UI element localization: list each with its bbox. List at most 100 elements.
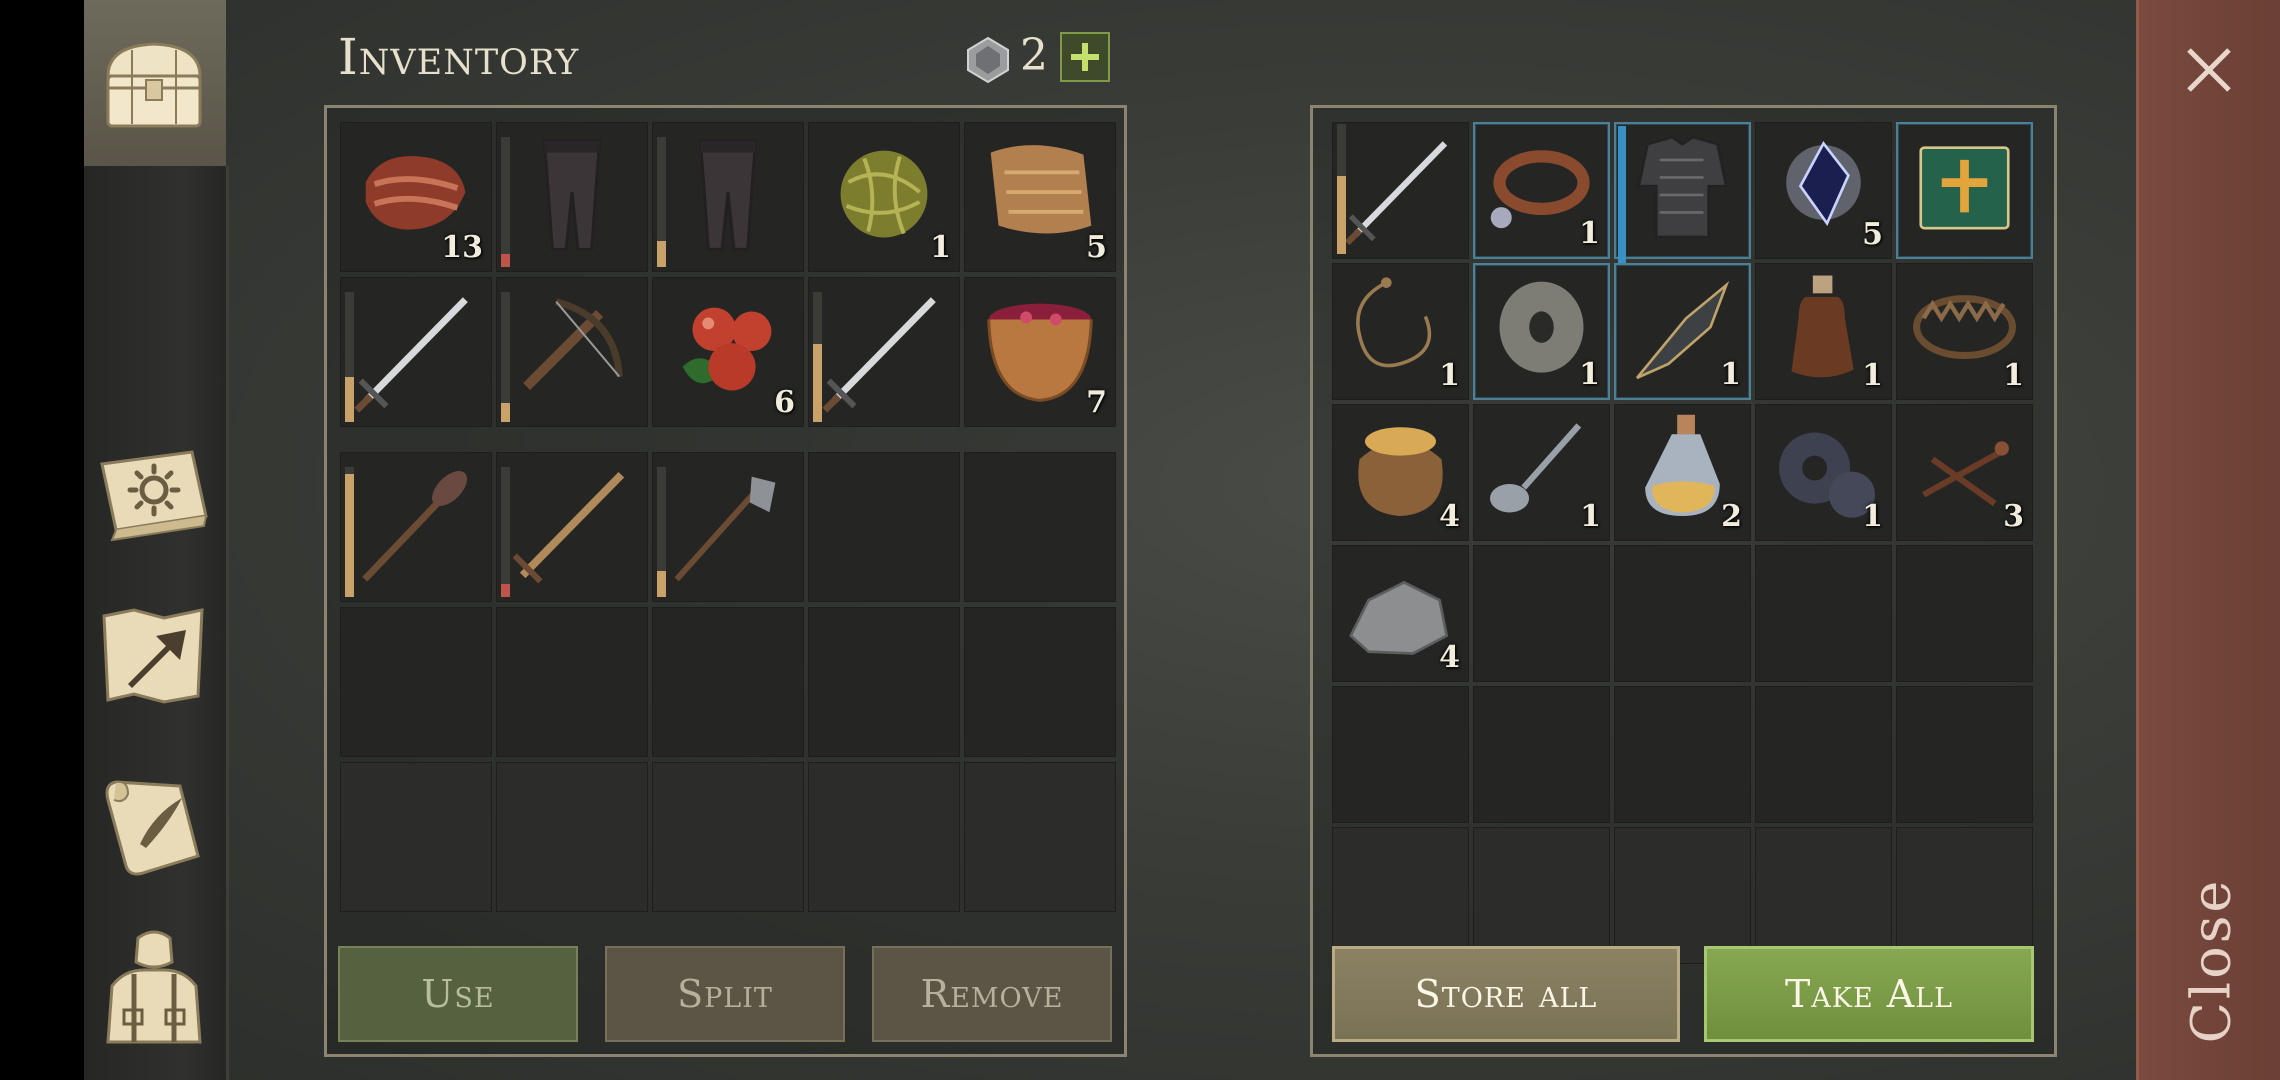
item-count: 1 [1579, 216, 1600, 251]
item-count: 1 [1720, 357, 1741, 392]
character-icon[interactable] [94, 926, 214, 1046]
inventory-slot[interactable] [964, 762, 1116, 912]
inventory-slot[interactable] [652, 607, 804, 757]
sun-book-icon[interactable] [94, 430, 214, 550]
inventory-slot[interactable] [964, 607, 1116, 757]
container-slot[interactable] [1896, 686, 2033, 823]
inventory-slot[interactable]: 6 [652, 277, 804, 427]
pants-icon [698, 139, 758, 251]
durability-fill [1337, 176, 1346, 254]
container-slot[interactable]: 1 [1473, 404, 1610, 541]
item-count: 1 [1862, 499, 1883, 534]
durability-bar [501, 137, 510, 267]
durability-fill [657, 241, 666, 267]
remove-button[interactable]: Remove [872, 946, 1112, 1042]
item-count: 4 [1439, 499, 1460, 534]
use-button[interactable]: Use [338, 946, 578, 1042]
tab-chest[interactable] [84, 0, 226, 166]
container-slot[interactable]: 3 [1896, 404, 2033, 541]
container-slot[interactable] [1332, 686, 1469, 823]
container-slot[interactable] [1755, 545, 1892, 682]
item-count: 13 [441, 230, 483, 265]
container-slot[interactable] [1755, 686, 1892, 823]
inventory-slot[interactable] [808, 452, 960, 602]
highlight-bar [1618, 126, 1626, 266]
item-count: 6 [774, 385, 795, 420]
inventory-slot[interactable] [496, 122, 648, 272]
inventory-slot[interactable] [652, 452, 804, 602]
inventory-slot[interactable] [496, 452, 648, 602]
item-count: 1 [2003, 358, 2024, 393]
container-slot[interactable] [1332, 827, 1469, 964]
store-all-button[interactable]: Store all [1332, 946, 1680, 1042]
close-label[interactable]: Close [2151, 860, 2271, 1060]
inventory-slot[interactable] [808, 607, 960, 757]
inventory-slot[interactable]: 13 [340, 122, 492, 272]
container-slot[interactable]: 1 [1896, 263, 2033, 400]
inventory-slot[interactable] [340, 277, 492, 427]
inventory-slot[interactable] [496, 607, 648, 757]
item-count: 1 [1862, 358, 1883, 393]
container-slot[interactable] [1614, 122, 1751, 266]
container-slot[interactable]: 1 [1755, 404, 1892, 541]
inventory-slot[interactable] [496, 762, 648, 912]
durability-bar [1337, 124, 1346, 254]
durability-fill [501, 254, 510, 267]
container-slot[interactable]: 1 [1473, 263, 1610, 400]
durability-fill [501, 584, 510, 597]
durability-bar [345, 467, 354, 597]
map-arrow-icon[interactable] [94, 596, 214, 716]
close-icon[interactable] [2179, 40, 2239, 100]
inventory-slot[interactable] [340, 607, 492, 757]
take-all-button[interactable]: Take All [1704, 946, 2034, 1042]
split-button[interactable]: Split [605, 946, 845, 1042]
add-gem-button[interactable] [1060, 32, 1110, 82]
durability-bar [501, 467, 510, 597]
container-slot[interactable] [1614, 545, 1751, 682]
inventory-slot[interactable]: 1 [808, 122, 960, 272]
item-count: 5 [1086, 230, 1107, 265]
inventory-title: Inventory [338, 28, 580, 86]
sword-icon [1345, 141, 1448, 246]
container-slot[interactable]: 1 [1473, 122, 1610, 259]
gem-icon [967, 36, 1009, 84]
container-slot[interactable]: 5 [1755, 122, 1892, 259]
container-slot[interactable] [1614, 686, 1751, 823]
container-slot[interactable] [1332, 122, 1469, 259]
inventory-slot[interactable] [808, 762, 960, 912]
container-slot[interactable]: 1 [1614, 263, 1751, 400]
container-slot[interactable] [1473, 827, 1610, 964]
item-count: 1 [1579, 357, 1600, 392]
container-slot[interactable]: 1 [1332, 263, 1469, 400]
inventory-slot[interactable] [496, 277, 648, 427]
container-slot[interactable] [1755, 827, 1892, 964]
container-slot[interactable]: 4 [1332, 404, 1469, 541]
durability-bar [657, 137, 666, 267]
container-slot[interactable]: 1 [1755, 263, 1892, 400]
container-slot[interactable] [1473, 545, 1610, 682]
container-slot[interactable]: 4 [1332, 545, 1469, 682]
inventory-slot[interactable] [652, 762, 804, 912]
close-panel[interactable]: Close [2136, 0, 2280, 1080]
pants-icon [542, 139, 602, 251]
inventory-slot[interactable] [964, 452, 1116, 602]
container-slot[interactable] [1896, 827, 2033, 964]
item-count: 1 [930, 230, 951, 265]
durability-fill [501, 402, 510, 422]
mace-icon [362, 471, 468, 582]
container-slot[interactable] [1896, 545, 2033, 682]
container-slot[interactable]: 2 [1614, 404, 1751, 541]
sword-icon [354, 297, 468, 413]
durability-bar [345, 292, 354, 422]
container-slot[interactable] [1614, 827, 1751, 964]
inventory-slot[interactable] [652, 122, 804, 272]
scroll-quill-icon[interactable] [94, 764, 214, 884]
wooden-sword-icon [512, 471, 625, 584]
container-slot[interactable] [1473, 686, 1610, 823]
inventory-slot[interactable] [340, 762, 492, 912]
container-slot[interactable] [1896, 122, 2033, 259]
inventory-slot[interactable]: 7 [964, 277, 1116, 427]
inventory-slot[interactable]: 5 [964, 122, 1116, 272]
inventory-slot[interactable] [340, 452, 492, 602]
inventory-slot[interactable] [808, 277, 960, 427]
